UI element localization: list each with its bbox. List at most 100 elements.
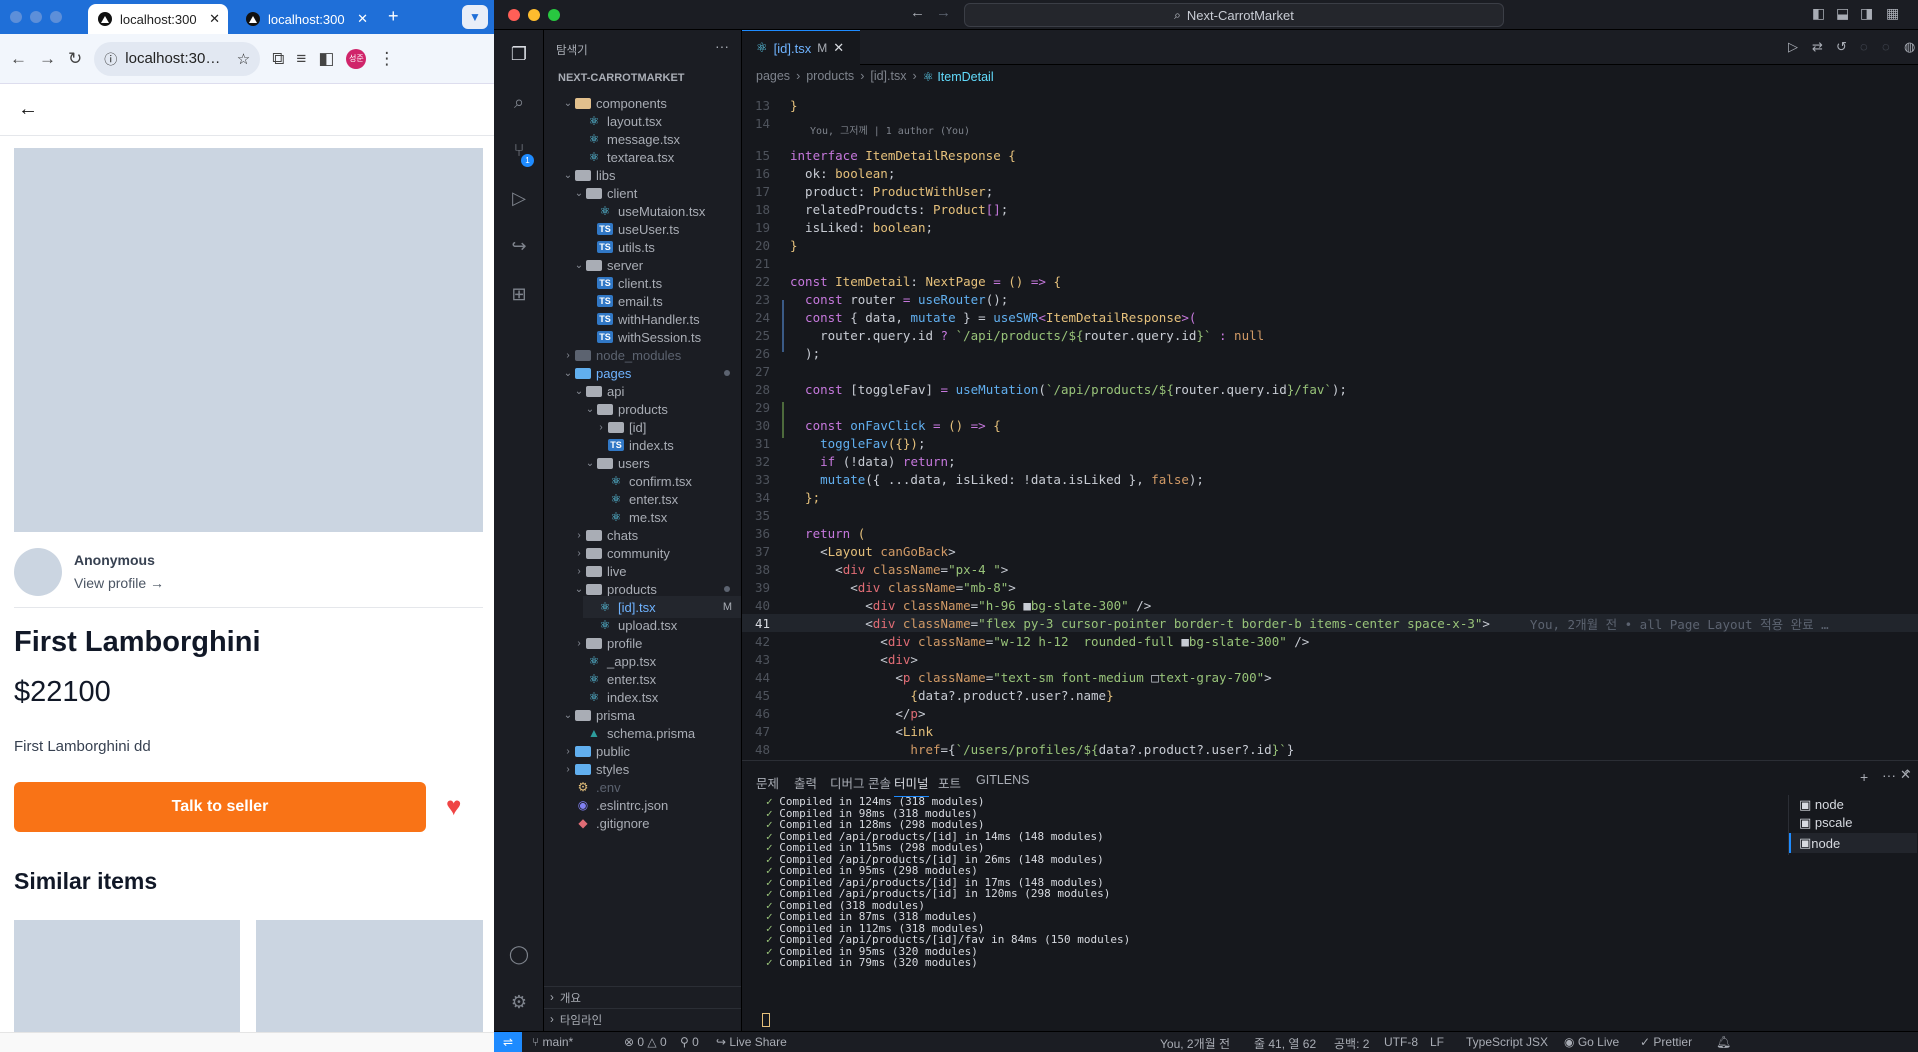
breadcrumb-item[interactable]: ⚛ ItemDetail: [923, 69, 994, 84]
command-center-search[interactable]: ⌕ Next-CarrotMarket: [964, 3, 1504, 27]
terminal-item[interactable]: ▣ pscale: [1799, 815, 1852, 831]
code-line[interactable]: 38 < div className = "px-4 " >: [742, 560, 1918, 578]
explorer-files-icon[interactable]: ❐: [507, 42, 531, 66]
timeline-section[interactable]: › 타임라인: [544, 1008, 741, 1030]
code-line[interactable]: 17 product: ProductWithUser;: [742, 182, 1918, 200]
language-mode[interactable]: TypeScript JSX: [1466, 1035, 1548, 1049]
problems-status[interactable]: ⊗ 0 △ 0: [624, 1035, 667, 1049]
back-arrow-icon[interactable]: ←: [910, 4, 925, 21]
code-line[interactable]: 26 );: [742, 344, 1918, 362]
tab-search-chevron-down-icon[interactable]: ▼: [462, 5, 488, 29]
live-share-status[interactable]: ↪ Live Share: [716, 1035, 787, 1049]
code-line[interactable]: 20}: [742, 236, 1918, 254]
address-bar[interactable]: ⓘ localhost:30… ☆: [94, 41, 261, 76]
forward-arrow-icon[interactable]: →: [936, 4, 951, 21]
code-line[interactable]: 37 < Layout canGoBack >: [742, 542, 1918, 560]
window-zoom-dot[interactable]: [50, 11, 62, 23]
window-minimize-dot[interactable]: [30, 11, 42, 23]
close-icon[interactable]: ✕: [357, 11, 368, 27]
back-arrow-icon[interactable]: ←: [18, 98, 38, 121]
git-history-icon[interactable]: ↺: [1836, 39, 1847, 55]
code-line[interactable]: 41 < div className = "flex py-3 cursor-poin…: [742, 614, 1918, 632]
run-icon[interactable]: ▷: [1788, 39, 1798, 55]
bookmark-star-icon[interactable]: ☆: [237, 50, 250, 68]
extensions-icon[interactable]: ⊞: [507, 282, 531, 306]
encoding[interactable]: UTF-8: [1384, 1035, 1418, 1049]
media-icon[interactable]: ≡: [296, 49, 306, 69]
panel-tab-0[interactable]: 문제: [756, 773, 779, 792]
talk-to-seller-button[interactable]: Talk to seller: [14, 782, 426, 832]
code-line[interactable]: 15 interface ItemDetailResponse {: [742, 146, 1918, 164]
site-info-icon[interactable]: ⓘ: [104, 49, 117, 68]
view-profile-link[interactable]: View profile →: [74, 575, 164, 591]
code-line[interactable]: 48 href ={`/users/profiles/${data?.produc…: [742, 740, 1918, 758]
heart-icon[interactable]: ♥: [446, 792, 461, 820]
code-line[interactable]: 14: [742, 114, 1918, 132]
code-line[interactable]: 22 const ItemDetail: NextPage = () => {: [742, 272, 1918, 290]
toggle-secondary-sidebar-icon[interactable]: ◨: [1860, 5, 1873, 22]
search-icon[interactable]: ⌕: [507, 90, 531, 114]
code-line[interactable]: 30 const onFavClick = () => {: [742, 416, 1918, 434]
code-line[interactable]: 24 const { data, mutate } = useSWR < ItemD…: [742, 308, 1918, 326]
code-line[interactable]: 45 {data?.product?.user?.name}: [742, 686, 1918, 704]
browser-tab[interactable]: localhost:300 ✕: [236, 4, 376, 34]
account-icon[interactable]: ◯: [507, 942, 531, 966]
toggle-sidebar-icon[interactable]: ◧: [1812, 5, 1825, 22]
code-line[interactable]: 13}: [742, 96, 1918, 114]
panel-tab-4[interactable]: 포트: [938, 773, 961, 792]
window-close-dot[interactable]: [10, 11, 22, 23]
live-share-icon[interactable]: ↪: [507, 234, 531, 258]
code-line[interactable]: 47 < Link: [742, 722, 1918, 740]
panel-tab-5[interactable]: GITLENS: [976, 773, 1030, 787]
code-line[interactable]: 34 };: [742, 488, 1918, 506]
extensions-icon[interactable]: ⧉: [272, 49, 284, 69]
terminal-item[interactable]: ▣ node: [1799, 797, 1844, 813]
workspace-root[interactable]: NEXT-CARROTMARKET: [558, 72, 685, 84]
code-line[interactable]: 25 router.query.id ? `/api/products/${ro…: [742, 326, 1918, 344]
git-compare-icon[interactable]: ⇄: [1812, 39, 1823, 55]
terminal-item-active[interactable]: ▣ node: [1789, 833, 1917, 853]
ports-status[interactable]: ⚲ 0: [680, 1035, 699, 1049]
previous-change-icon[interactable]: ◌: [1860, 39, 1868, 54]
window-zoom-dot[interactable]: [548, 9, 560, 21]
remote-icon[interactable]: ⇌: [494, 1032, 522, 1052]
branch-status[interactable]: ⑂ main*: [532, 1035, 573, 1049]
code-line[interactable]: 42 < div className = "w-12 h-12 rounded-ful…: [742, 632, 1918, 650]
code-line[interactable]: 21: [742, 254, 1918, 272]
code-line[interactable]: 19 isLiked: boolean;: [742, 218, 1918, 236]
avatar[interactable]: 성준: [346, 48, 367, 69]
breadcrumb-item[interactable]: [id].tsx: [870, 69, 906, 83]
code-line[interactable]: 29: [742, 398, 1918, 416]
code-view[interactable]: You, 그저께 | 1 author (You) 13} 14 15 interfac…: [742, 98, 1918, 760]
notifications-bell-icon[interactable]: 🔔︎: [1716, 1035, 1731, 1049]
code-line[interactable]: 16 ok: boolean;: [742, 164, 1918, 182]
code-line[interactable]: 35: [742, 506, 1918, 524]
new-terminal-plus-icon[interactable]: +: [1860, 769, 1868, 785]
go-live-status[interactable]: ◉ Go Live: [1564, 1035, 1619, 1049]
copilot-icon[interactable]: ◍: [1904, 39, 1915, 55]
panel-tab-3[interactable]: 터미널: [894, 773, 929, 797]
run-debug-icon[interactable]: ▷: [507, 186, 531, 210]
panel-tab-2[interactable]: 디버그 콘솔: [830, 773, 891, 792]
outline-section[interactable]: › 개요: [544, 986, 741, 1008]
cursor-position[interactable]: 줄 41, 열 62: [1254, 1035, 1316, 1052]
browser-menu-icon[interactable]: ⋮: [378, 49, 395, 69]
tree-file[interactable]: ◆ .gitignore: [561, 812, 741, 834]
code-line[interactable]: 31 toggleFav({});: [742, 434, 1918, 452]
close-icon[interactable]: ✕: [833, 40, 844, 56]
code-line[interactable]: 27: [742, 362, 1918, 380]
panel-more-icon[interactable]: ···: [1882, 767, 1896, 783]
code-line[interactable]: 28 const [toggleFav] = useMutation(`/api…: [742, 380, 1918, 398]
forward-arrow-icon[interactable]: →: [39, 49, 56, 69]
code-line[interactable]: 40 < div className = "h-96 ■ bg-slate-300" /…: [742, 596, 1918, 614]
editor-tab-active[interactable]: ⚛ [id].tsx M ✕: [742, 30, 860, 65]
git-blame-status[interactable]: You, 2개월 전: [1160, 1035, 1230, 1052]
seller-row[interactable]: Anonymous View profile →: [14, 544, 483, 608]
reload-icon[interactable]: ↻: [68, 49, 82, 69]
similar-item-image[interactable]: [256, 920, 483, 1040]
gear-icon[interactable]: ⚙: [507, 990, 531, 1014]
code-line[interactable]: 44 < p className = "text-sm font-medium □ te…: [742, 668, 1918, 686]
side-panel-icon[interactable]: ◧: [318, 49, 334, 69]
new-tab-plus-icon[interactable]: +: [388, 6, 399, 27]
window-minimize-dot[interactable]: [528, 9, 540, 21]
